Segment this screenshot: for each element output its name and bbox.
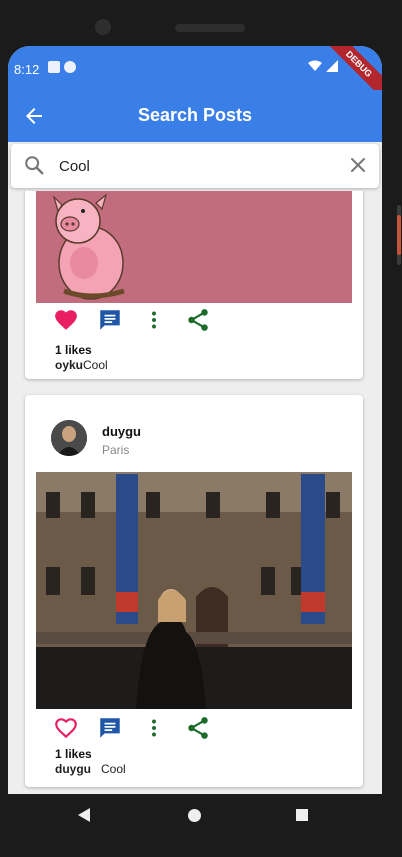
app-bar: Search Posts (8, 90, 382, 142)
caption-text: Cool (83, 358, 108, 372)
post-location: Paris (102, 443, 130, 457)
comment-icon[interactable] (97, 715, 123, 741)
status-time: 8:12 (14, 62, 40, 77)
front-camera (95, 19, 111, 35)
post-feed[interactable]: 1 likes oykuCool duygu Paris 1 likes duy… (8, 191, 382, 794)
side-button-accent (397, 215, 401, 255)
search-icon (25, 156, 44, 175)
screen: 8:12 DEBUG Search Posts Cool 1 likes oyk… (8, 46, 382, 794)
search-bar (11, 144, 379, 188)
comment-icon[interactable] (97, 307, 123, 333)
app-notification-icon (64, 61, 76, 73)
post-actions (25, 713, 363, 743)
paris-building-photo (36, 472, 352, 709)
share-icon[interactable] (185, 307, 211, 333)
share-icon[interactable] (185, 715, 211, 741)
post-caption: duygu Cool (55, 762, 126, 776)
close-icon[interactable] (349, 156, 367, 174)
status-bar: 8:12 DEBUG (8, 46, 382, 102)
post-card: 1 likes oykuCool (25, 191, 363, 379)
status-right-icons (308, 60, 338, 72)
caption-username[interactable]: oyku (55, 358, 83, 372)
post-actions (25, 305, 363, 335)
more-vert-icon[interactable] (141, 715, 167, 741)
more-vert-icon[interactable] (141, 307, 167, 333)
caption-username[interactable]: duygu (55, 762, 91, 776)
gmail-icon (48, 61, 60, 73)
nav-recents-icon[interactable] (296, 809, 308, 821)
likes-count: 1 likes (55, 747, 92, 761)
nav-home-icon[interactable] (188, 809, 201, 822)
wifi-icon (308, 60, 322, 71)
post-card: duygu Paris 1 likes duygu Cool (25, 395, 363, 787)
caption-text: Cool (101, 762, 126, 776)
phone-frame: 8:12 DEBUG Search Posts Cool 1 likes oyk… (0, 0, 402, 857)
earpiece-speaker (175, 24, 245, 32)
search-input[interactable] (57, 154, 331, 178)
top-bezel (0, 0, 402, 46)
avatar[interactable] (51, 420, 87, 456)
post-image[interactable] (36, 472, 352, 709)
post-caption: oykuCool (55, 358, 108, 372)
heart-outline-icon[interactable] (53, 715, 79, 741)
nav-back-icon[interactable] (78, 808, 90, 822)
page-title: Search Posts (137, 105, 253, 125)
avatar-image (51, 420, 87, 456)
pig-illustration (52, 193, 125, 300)
notification-icons (48, 61, 76, 73)
signal-icon (326, 60, 338, 72)
likes-count: 1 likes (55, 343, 92, 357)
post-username[interactable]: duygu (102, 424, 141, 439)
post-image[interactable] (36, 191, 352, 303)
heart-icon[interactable] (53, 307, 79, 333)
system-nav-bar (8, 794, 382, 838)
